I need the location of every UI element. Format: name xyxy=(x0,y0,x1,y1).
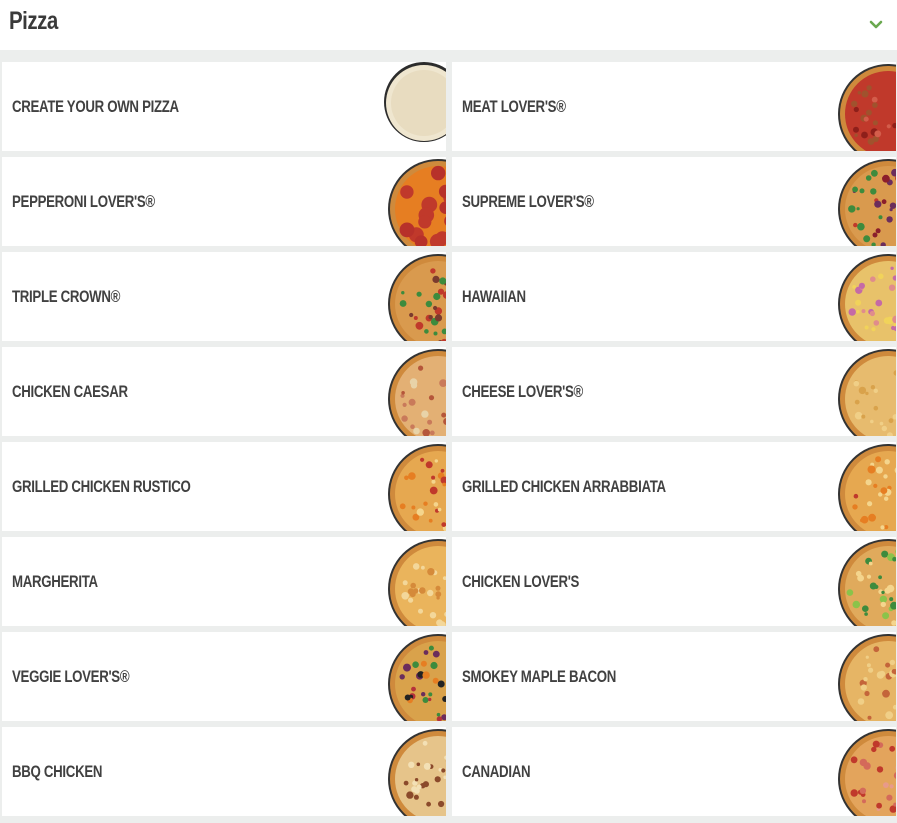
menu-item-label: CHEESE LOVER'S® xyxy=(462,382,583,401)
menu-item-label: SUPREME LOVER'S® xyxy=(462,192,594,211)
menu-item-card[interactable]: MEAT LOVER'S® xyxy=(452,62,896,151)
menu-item-label: PEPPERONI LOVER'S® xyxy=(12,192,155,211)
menu-item-label: SMOKEY MAPLE BACON xyxy=(462,667,617,686)
pizza-image xyxy=(838,64,896,151)
pizza-image xyxy=(388,444,446,531)
pizza-image xyxy=(388,539,446,626)
dough-image xyxy=(384,62,446,142)
menu-item-card[interactable]: TRIPLE CROWN® xyxy=(2,252,446,341)
menu-item-card[interactable]: CREATE YOUR OWN PIZZA xyxy=(2,62,446,151)
menu-item-card[interactable]: BBQ CHICKEN xyxy=(2,727,446,816)
menu-item-card[interactable]: SMOKEY MAPLE BACON xyxy=(452,632,896,721)
menu-item-label: MARGHERITA xyxy=(12,572,98,591)
menu-item-card[interactable]: SUPREME LOVER'S® xyxy=(452,157,896,246)
pizza-image xyxy=(388,159,446,246)
menu-item-label: CANADIAN xyxy=(462,762,531,781)
chevron-down-icon[interactable] xyxy=(868,17,884,33)
section-header[interactable]: Pizza xyxy=(0,0,897,50)
pizza-image xyxy=(388,634,446,721)
menu-item-label: MEAT LOVER'S® xyxy=(462,97,566,116)
menu-item-card[interactable]: CHICKEN LOVER'S xyxy=(452,537,896,626)
menu-item-label: CHICKEN CAESAR xyxy=(12,382,128,401)
menu-item-label: TRIPLE CROWN® xyxy=(12,287,121,306)
menu-item-card[interactable]: VEGGIE LOVER'S® xyxy=(2,632,446,721)
pizza-image xyxy=(838,539,896,626)
pizza-image xyxy=(388,349,446,436)
pizza-image xyxy=(838,159,896,246)
menu-item-card[interactable]: PEPPERONI LOVER'S® xyxy=(2,157,446,246)
pizza-image xyxy=(838,349,896,436)
menu-item-card[interactable]: GRILLED CHICKEN ARRABBIATA xyxy=(452,442,896,531)
menu-item-label: VEGGIE LOVER'S® xyxy=(12,667,130,686)
menu-item-card[interactable]: CHICKEN CAESAR xyxy=(2,347,446,436)
menu-item-label: HAWAIIAN xyxy=(462,287,526,306)
menu-item-label: CHICKEN LOVER'S xyxy=(462,572,580,591)
menu-item-label: CREATE YOUR OWN PIZZA xyxy=(12,97,179,116)
menu-item-label: GRILLED CHICKEN ARRABBIATA xyxy=(462,477,666,496)
pizza-image xyxy=(388,729,446,816)
pizza-image xyxy=(838,634,896,721)
pizza-image xyxy=(838,444,896,531)
pizza-image xyxy=(388,254,446,341)
menu-item-card[interactable]: GRILLED CHICKEN RUSTICO xyxy=(2,442,446,531)
menu-item-card[interactable]: MARGHERITA xyxy=(2,537,446,626)
menu-item-card[interactable]: CANADIAN xyxy=(452,727,896,816)
pizza-image xyxy=(838,729,896,816)
section-title: Pizza xyxy=(9,7,58,35)
pizza-image xyxy=(838,254,896,341)
menu-item-card[interactable]: CHEESE LOVER'S® xyxy=(452,347,896,436)
menu-item-card[interactable]: HAWAIIAN xyxy=(452,252,896,341)
menu-item-label: BBQ CHICKEN xyxy=(12,762,103,781)
menu-item-label: GRILLED CHICKEN RUSTICO xyxy=(12,477,191,496)
